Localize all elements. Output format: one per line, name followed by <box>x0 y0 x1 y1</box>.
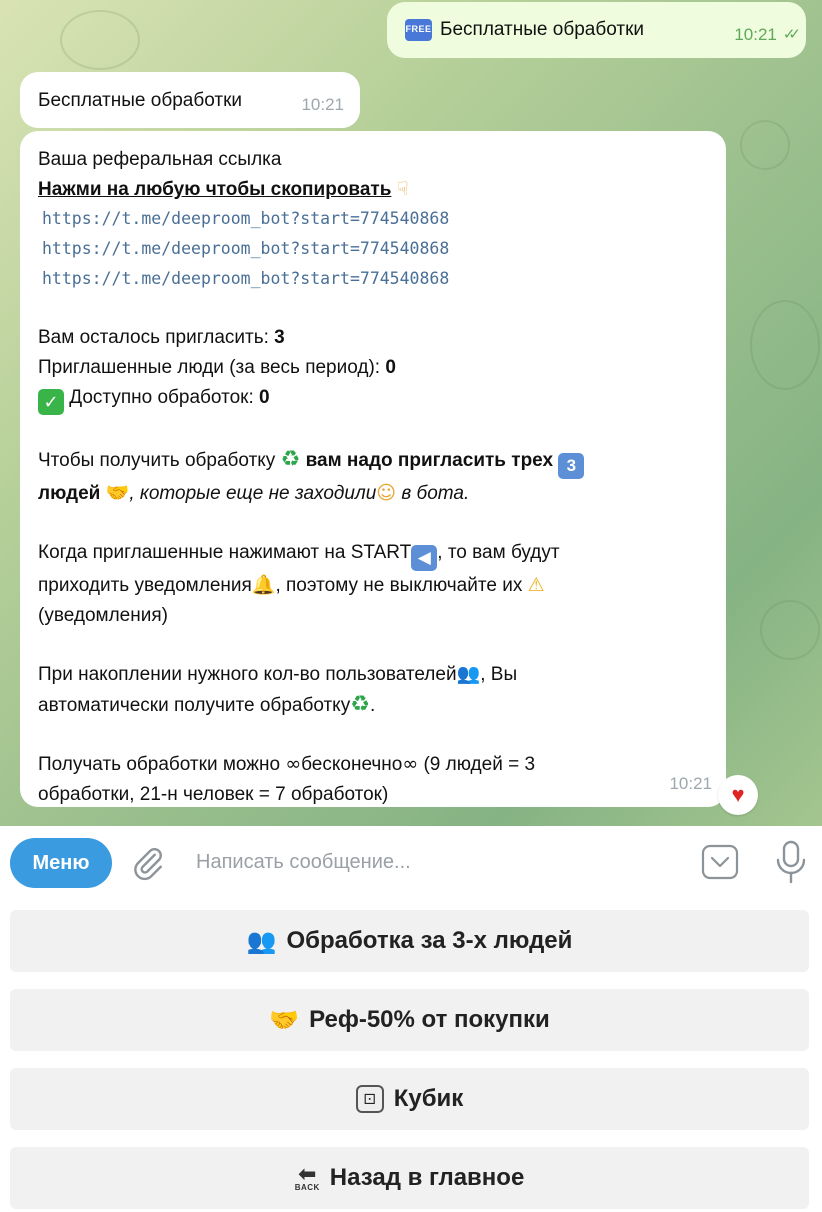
handshake-icon: 🤝 <box>269 1006 300 1034</box>
menu-button[interactable]: Меню <box>10 838 112 888</box>
button-label: Кубик <box>393 1085 464 1112</box>
chat-area: FREE Бесплатные обработки 10:21 ✓✓ Беспл… <box>0 0 822 826</box>
people-icon: 👥 <box>246 927 277 955</box>
message-time: 10:21 <box>669 774 712 794</box>
paragraph-line: автоматически получите обработку♻. <box>38 690 708 721</box>
background-doodle <box>60 10 140 70</box>
dice-button[interactable]: ⚀ Кубик <box>10 1068 809 1130</box>
referral-button[interactable]: 🤝 Реф-50% от покупки <box>10 989 809 1051</box>
zipper-mouth-face-icon: ☺ <box>376 481 397 504</box>
outgoing-message[interactable]: FREE Бесплатные обработки 10:21 ✓✓ <box>387 2 806 58</box>
paragraph-line: приходить уведомления🔔, поэтому не выклю… <box>38 571 708 601</box>
back-to-main-button[interactable]: ⬅ BACK Назад в главное <box>10 1147 809 1209</box>
paragraph-line: Когда приглашенные нажимают на START ◀, т… <box>38 538 708 572</box>
infinity-icon: ∞ <box>285 753 302 776</box>
incoming-message-referral[interactable]: Ваша реферальная ссылка Нажми на любую ч… <box>20 131 726 807</box>
free-icon: FREE <box>405 19 432 41</box>
dice-icon: ⚀ <box>355 1085 384 1113</box>
button-label: Назад в главное <box>329 1164 525 1191</box>
message-input[interactable] <box>186 840 666 884</box>
heart-reaction-icon[interactable]: ♥ <box>718 775 758 815</box>
message-text: Бесплатные обработки <box>440 19 644 41</box>
copy-hint: Нажми на любую чтобы скопировать ☟ <box>38 175 708 205</box>
invited-row: Приглашенные люди (за весь период): 0 <box>38 356 396 378</box>
background-doodle <box>760 600 820 660</box>
message-text: Бесплатные обработки <box>38 90 242 111</box>
check-mark-icon: ✓ <box>38 389 64 416</box>
busts-icon: 👥 <box>456 663 481 686</box>
paragraph-line: обработки, 21-н человек = 7 обработок) <box>38 784 389 806</box>
referral-title: Ваша реферальная ссылка <box>38 149 282 170</box>
button-label: Реф-50% от покупки <box>309 1006 550 1033</box>
paragraph-line: людей 🤝, которые еще не заходили☺ в бота… <box>38 479 708 509</box>
background-doodle <box>740 120 790 170</box>
referral-link[interactable]: https://t.me/deeproom_bot?start=77454086… <box>38 204 708 234</box>
reverse-button-icon: ◀ <box>411 545 438 572</box>
paragraph-line: Чтобы получить обработку ♻ вам надо приг… <box>38 445 708 479</box>
paragraph-line: (уведомления) <box>38 604 168 626</box>
background-doodle <box>750 300 820 390</box>
bell-icon: 🔔 <box>251 574 276 597</box>
double-check-icon: ✓✓ <box>782 26 801 44</box>
microphone-icon[interactable] <box>774 840 808 884</box>
bot-keyboard-icon[interactable] <box>701 844 739 880</box>
recycle-icon: ♻ <box>280 447 301 473</box>
message-input-bar: Меню <box>0 826 822 898</box>
recycle-icon: ♻ <box>350 692 370 718</box>
paragraph-line: При накоплении нужного кол-во пользовате… <box>38 660 708 690</box>
incoming-message-short[interactable]: Бесплатные обработки 10:21 <box>20 72 360 128</box>
infinity-icon: ∞ <box>402 753 419 776</box>
invite-left-row: Вам осталось пригласить: 3 <box>38 327 285 349</box>
button-label: Обработка за 3-х людей <box>286 927 573 954</box>
handshake-icon: 🤝 <box>105 481 130 504</box>
back-icon: ⬅ BACK <box>294 1160 320 1192</box>
message-time: 10:21 <box>734 25 777 45</box>
people-processing-button[interactable]: 👥 Обработка за 3-х людей <box>10 910 809 972</box>
referral-link[interactable]: https://t.me/deeproom_bot?start=77454086… <box>38 234 708 264</box>
message-time: 10:21 <box>301 95 344 115</box>
paperclip-icon[interactable] <box>130 845 166 881</box>
keycap-three-icon: 3 <box>558 452 585 479</box>
message-meta: 10:21 ✓✓ <box>734 20 801 50</box>
referral-link[interactable]: https://t.me/deeproom_bot?start=77454086… <box>38 264 708 294</box>
available-row: ✓ Доступно обработок: 0 <box>38 383 708 416</box>
paragraph-line: Получать обработки можно ∞бесконечно∞ (9… <box>38 750 708 780</box>
pointing-down-icon: ☟ <box>396 177 409 200</box>
warning-icon: ⚠ <box>527 574 545 597</box>
